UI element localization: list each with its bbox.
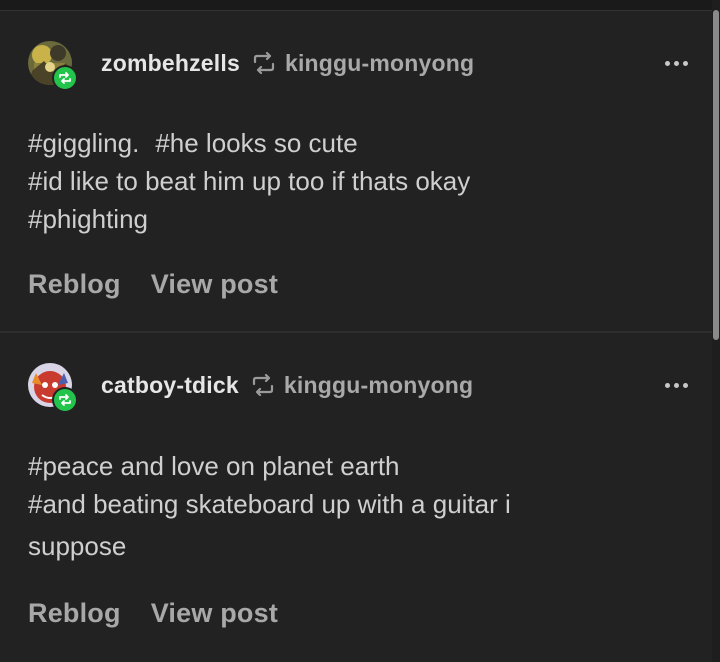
view-post-button[interactable]: View post: [151, 598, 278, 629]
dot: [682, 382, 688, 388]
tag-line: #peace and love on planet earth: [28, 447, 628, 485]
post-actions: Reblog View post: [28, 598, 278, 629]
tag-line: #phighting: [28, 200, 628, 238]
reblog-badge-icon: [52, 387, 78, 413]
view-post-button[interactable]: View post: [151, 269, 278, 300]
more-options-button[interactable]: [660, 373, 692, 397]
reblog-button[interactable]: Reblog: [28, 269, 121, 300]
post-header: zombehzells kinggu-monyong: [28, 39, 474, 91]
dot: [664, 60, 670, 66]
tag[interactable]: #peace and love on planet earth: [28, 451, 400, 481]
scrollbar[interactable]: [712, 0, 720, 662]
tag[interactable]: #he looks so cute: [155, 128, 357, 158]
reblog-icon: [252, 52, 276, 74]
avatar[interactable]: [28, 41, 78, 91]
post-header: catboy-tdick kinggu-monyong: [28, 361, 473, 413]
tag-list: #giggling. #he looks so cute #id like to …: [28, 124, 628, 238]
post-actions: Reblog View post: [28, 269, 278, 300]
reblog-button[interactable]: Reblog: [28, 598, 121, 629]
dot: [673, 382, 679, 388]
source-blog-link[interactable]: kinggu-monyong: [284, 372, 473, 399]
username-link[interactable]: catboy-tdick: [101, 372, 239, 399]
dot: [673, 60, 679, 66]
tag-line: #and beating skateboard up with a guitar…: [28, 485, 628, 523]
reblog-note-2: catboy-tdick kinggu-monyong #peace and l…: [0, 333, 712, 662]
tag[interactable]: #and beating skateboard up with a guitar…: [28, 489, 511, 519]
top-bar: [0, 0, 712, 11]
tag-line: #id like to beat him up too if thats oka…: [28, 162, 628, 200]
notes-panel: zombehzells kinggu-monyong #giggling. #he…: [0, 0, 720, 662]
source-blog-link[interactable]: kinggu-monyong: [285, 50, 474, 77]
scrollbar-thumb[interactable]: [713, 10, 719, 340]
reblog-badge-icon: [52, 65, 78, 91]
avatar[interactable]: [28, 363, 78, 413]
tag[interactable]: #giggling.: [28, 128, 139, 158]
tag-line: #giggling. #he looks so cute: [28, 124, 628, 162]
username-link[interactable]: zombehzells: [101, 50, 240, 77]
reblog-icon: [251, 374, 275, 396]
more-options-button[interactable]: [660, 51, 692, 75]
tag[interactable]: #phighting: [28, 204, 148, 234]
dot: [682, 60, 688, 66]
tag-list: #peace and love on planet earth #and bea…: [28, 447, 628, 561]
tag-continuation[interactable]: suppose: [28, 531, 628, 561]
dot: [664, 382, 670, 388]
tag[interactable]: #id like to beat him up too if thats oka…: [28, 166, 470, 196]
reblog-note-1: zombehzells kinggu-monyong #giggling. #he…: [0, 11, 712, 331]
